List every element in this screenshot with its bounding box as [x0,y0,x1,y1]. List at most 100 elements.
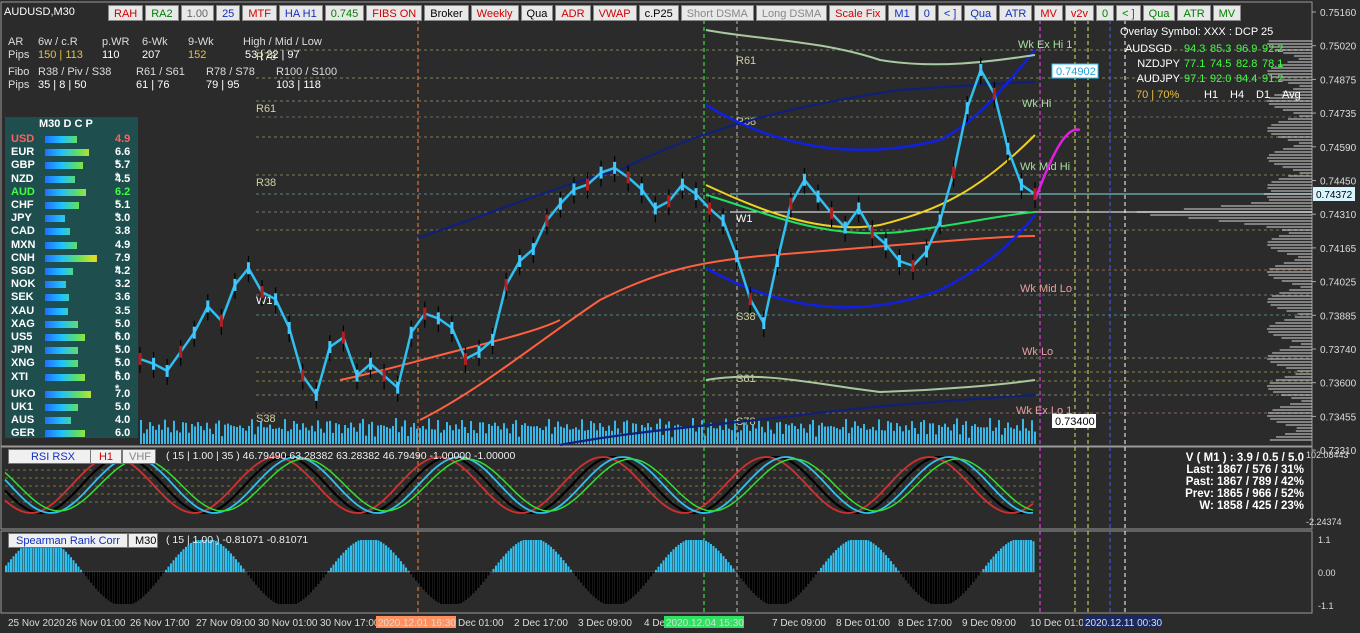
spearman-bar [100,572,102,595]
toolbar-btn-0[interactable]: RAH [108,5,144,21]
spearman-bar [400,561,402,572]
toolbar-btn-1[interactable]: RA2 [145,5,179,21]
spearman-tf[interactable]: M30 [128,533,158,548]
volume-bar [1034,431,1036,444]
spearman-bar [837,547,840,572]
toolbar-btn-9[interactable]: Weekly [470,5,519,21]
strength-bar [45,268,73,275]
toolbar-btn-27[interactable]: ATR [1177,5,1211,21]
toolbar-btn-19[interactable]: < ] [937,5,963,21]
spearman-bar [17,550,20,572]
volume-bar [161,429,163,444]
spearman-bar [900,572,902,574]
volume-bar [728,428,730,444]
strength-value: 4.9 [115,238,131,251]
spearman-bar [747,572,750,588]
spearman-bar [545,542,547,572]
toolbar-btn-2[interactable]: 1.00 [180,5,215,21]
toolbar-btn-23[interactable]: v2v [1064,5,1094,21]
overlay-col: D1 [1256,89,1271,101]
strength-name: SGD [11,265,35,277]
toolbar-btn-8[interactable]: Broker [424,5,469,21]
toolbar-btn-14[interactable]: Short DSMA [680,5,754,21]
volume-bar [1028,430,1030,444]
toolbar-btn-11[interactable]: ADR [555,5,591,21]
spearman-bar [337,558,340,572]
spearman-bar [790,572,792,602]
toolbar-btn-20[interactable]: Qua [964,5,998,21]
strength-name: XAU [11,304,35,317]
spearman-bar [110,572,112,603]
spearman-bar [407,570,410,572]
volume-profile-bar [1286,310,1312,312]
volume-bar [278,427,280,444]
toolbar-btn-13[interactable]: c.P25 [638,5,679,21]
spearman-bar [500,559,502,572]
toolbar-btn-7[interactable]: FIBS ON [366,5,423,21]
volume-bar [812,419,814,444]
toolbar-btn-22[interactable]: MV [1034,5,1063,21]
volume-profile-bar [1270,304,1312,306]
volume-profile-bar [1287,139,1312,141]
spearman-bar [835,550,837,572]
spearman-bar [762,572,765,602]
volume-bar [692,418,694,444]
spearman-bar [252,572,255,582]
spearman-bar [635,572,637,595]
spearman-bar [455,572,457,604]
toolbar-btn-15[interactable]: Long DSMA [755,5,828,21]
spearman-label[interactable]: Spearman Rank Corr [8,533,128,548]
toolbar-btn-6[interactable]: 0.745 [324,5,365,21]
toolbar-btn-28[interactable]: MV [1212,5,1242,21]
toolbar-btn-12[interactable]: VWAP [592,5,637,21]
rsi-tf[interactable]: H1 [90,449,122,464]
strength-row: USD 4.9 [11,133,135,146]
spearman-bar [102,572,105,597]
toolbar-btn-4[interactable]: MTF [242,5,277,21]
volume-bar [845,419,847,444]
toolbar-btn-10[interactable]: Qua [520,5,554,21]
overlay-col: Avg [1282,89,1301,101]
volume-bar [350,422,352,444]
toolbar-btn-17[interactable]: M1 [888,5,916,21]
volume-profile-bar [1273,334,1312,336]
toolbar-btn-18[interactable]: 0 [917,5,936,21]
overlay-value: 84.4 [1236,73,1258,85]
volume-bar [857,425,859,444]
price-point [925,245,929,258]
volume-bar [251,419,253,444]
toolbar-btn-5[interactable]: HA H1 [278,5,323,21]
volume-profile-bar [1278,178,1312,180]
toolbar-btn-21[interactable]: ATR [999,5,1033,21]
spearman-bar [727,562,730,572]
volume-bar [257,426,259,444]
spearman-bar [680,543,682,572]
spearman-bar [130,572,132,604]
volume-bar [203,430,205,444]
spearman-bar [360,540,362,572]
spearman-bar [172,560,175,572]
rsi-vhf[interactable]: VHF [122,449,156,464]
overlay-value: 96.9 [1236,43,1258,55]
spearman-bar [740,572,742,579]
spearman-bar [720,553,722,572]
toolbar-btn-16[interactable]: Scale Fix [829,5,887,21]
toolbar-btn-24[interactable]: 0 [1095,5,1115,21]
strength-name: UK1 [11,401,34,413]
volume-profile-bar [1293,169,1312,171]
toolbar-btn-26[interactable]: Qua [1142,5,1176,21]
strength-name: XTI [11,370,29,383]
strength-row: NZD 4.5 [11,173,135,186]
spearman-bar [420,572,422,587]
x-axis-label: Dec 01:00 [458,618,504,629]
spearman-bar [1025,540,1027,572]
toolbar-btn-25[interactable]: < ] [1116,5,1141,21]
volume-bar [1010,427,1012,444]
spearman-bar [672,549,675,572]
volume-profile-bar [1297,370,1312,372]
volume-bar [944,423,946,444]
spearman-bar [377,540,380,572]
toolbar-btn-3[interactable]: 25 [216,5,241,21]
label-s38-left: S38 [256,413,276,425]
rsi-label[interactable]: RSI RSX [8,449,98,464]
